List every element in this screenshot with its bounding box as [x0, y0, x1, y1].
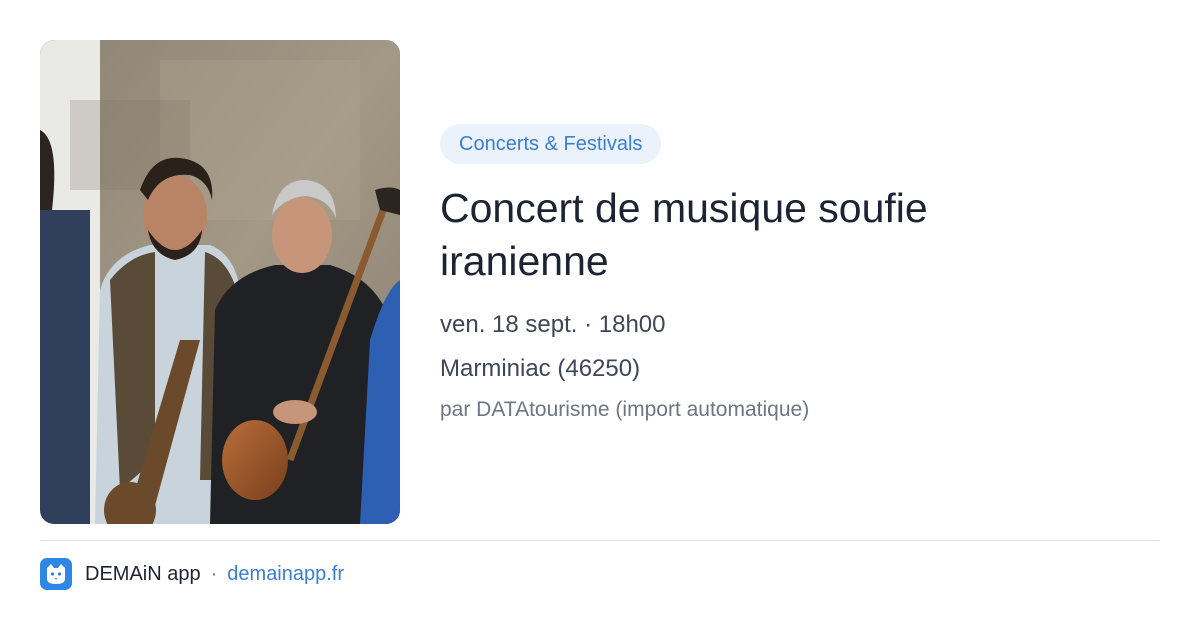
divider: [40, 540, 1160, 541]
category-chip[interactable]: Concerts & Festivals: [440, 124, 662, 164]
event-datetime: ven. 18 sept. · 18h00: [440, 311, 666, 338]
app-name: DEMAiN app: [85, 562, 201, 585]
event-title[interactable]: Concert de musique soufie iranienne: [440, 182, 1040, 288]
footer-separator: ·: [210, 562, 218, 585]
event-photo[interactable]: [40, 40, 400, 524]
event-location: Marminiac (46250): [440, 355, 641, 382]
cat-face-icon[interactable]: [40, 558, 72, 590]
footer: DEMAiN app · demainapp.fr: [40, 558, 344, 590]
event-details: Concerts & Festivals Concert de musique …: [440, 124, 1160, 424]
app-link[interactable]: demainapp.fr: [227, 563, 344, 586]
event-organizer: par DATAtourisme (import automatique): [440, 398, 810, 421]
